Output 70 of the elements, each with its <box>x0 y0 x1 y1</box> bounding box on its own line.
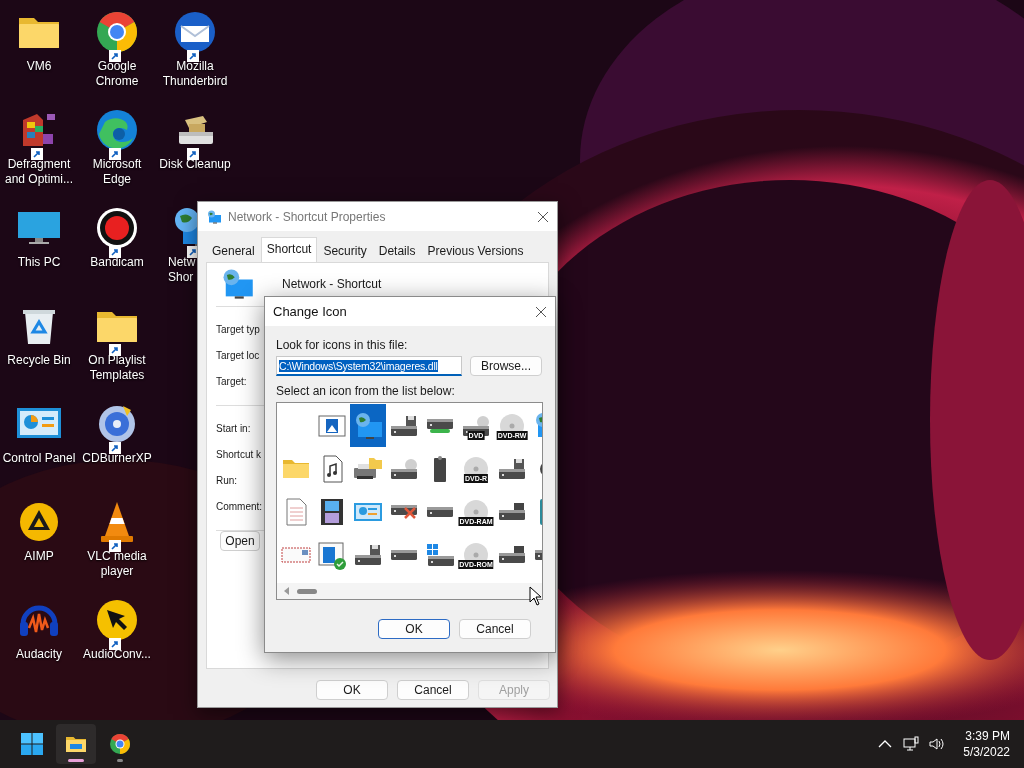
icon-label: Netw Shor <box>168 255 196 285</box>
icon-label: This PC <box>17 255 61 270</box>
clock-time[interactable]: 3:39 PM <box>965 728 1010 744</box>
close-icon[interactable] <box>537 210 549 223</box>
list-label: Select an icon from the list below: <box>276 384 456 398</box>
drive-windows-icon <box>425 542 455 567</box>
folder-icon <box>282 458 310 479</box>
network-icon[interactable] <box>903 736 920 752</box>
drive-floppy-icon <box>498 457 526 480</box>
globe-monitor-icon <box>206 208 222 225</box>
icon-label: VLC media player <box>87 549 147 579</box>
dialog-button[interactable]: OK <box>378 619 450 639</box>
field-label: Run: <box>216 474 238 488</box>
field-label: Target loc <box>216 349 260 363</box>
start-icon[interactable] <box>20 732 44 756</box>
volume-icon[interactable] <box>929 736 946 752</box>
icon-label: Google Chrome <box>95 59 139 89</box>
tab[interactable]: Shortcut <box>260 237 318 262</box>
close-icon[interactable] <box>535 305 547 318</box>
film-icon <box>320 497 344 526</box>
icon-label: Mozilla Thunderbird <box>162 59 228 89</box>
file-path-field[interactable]: C:\Windows\System32\imageres.dll <box>276 356 462 376</box>
file-label: Look for icons in this file: <box>276 338 409 352</box>
drive-card-icon <box>498 545 526 564</box>
scroll-bar[interactable] <box>277 583 542 599</box>
printer-icon <box>353 457 383 480</box>
drive-disc-icon <box>390 457 418 480</box>
field-label: Target: <box>216 375 247 389</box>
field-label: Shortcut k <box>216 448 262 462</box>
drive-x-icon <box>390 503 418 520</box>
icon-label: Bandicam <box>90 255 144 270</box>
field-label: Target typ <box>216 323 260 337</box>
tab[interactable]: General <box>206 240 261 262</box>
drive-dock-icon <box>426 417 454 434</box>
icon-label: VM6 <box>26 59 52 74</box>
icon-label: Microsoft Edge <box>92 157 142 187</box>
icon-label: Control Panel <box>2 451 76 466</box>
dialog-button[interactable]: Cancel <box>459 619 531 639</box>
drive-floppy-icon <box>354 543 382 566</box>
dialog-button[interactable]: Cancel <box>397 680 469 700</box>
icon-label: Recycle Bin <box>7 353 71 368</box>
envelope-icon <box>281 546 311 563</box>
icon-label: AIMP <box>24 549 54 564</box>
scroll-left-icon[interactable] <box>283 587 291 595</box>
scroll-thumb[interactable] <box>297 588 317 594</box>
drive-floppy-icon <box>390 414 418 437</box>
drive-icon <box>426 505 454 518</box>
dialog-button[interactable]: OK <box>316 680 388 700</box>
browser-icon[interactable] <box>108 732 132 756</box>
image-icon <box>318 414 346 437</box>
drive-card-icon <box>498 502 526 521</box>
field-label: Comment: <box>216 500 263 514</box>
field-label: Start in: <box>216 422 251 436</box>
clock-date[interactable]: 5/3/2022 <box>963 744 1010 760</box>
chip-icon <box>433 454 447 483</box>
icon-label: Defragment and Optimi... <box>5 157 73 187</box>
shortcut-name: Network - Shortcut <box>282 277 382 291</box>
drive-icon <box>390 548 418 561</box>
tab[interactable]: Security <box>317 240 373 262</box>
browse-button[interactable]: Browse... <box>470 356 542 376</box>
tab[interactable]: Previous Versions <box>421 240 530 262</box>
tab[interactable]: Details <box>372 240 422 262</box>
window-title: Network - Shortcut Properties <box>228 209 387 224</box>
open-button[interactable]: Open <box>220 531 260 551</box>
icon-label: CDBurnerXP <box>82 451 152 466</box>
icon-label: AudioConv... <box>83 647 151 662</box>
control-panel-icon <box>353 501 383 522</box>
dialog-title: Change Icon <box>273 304 348 319</box>
icon-label: Disk Cleanup <box>159 157 231 172</box>
icon-label: Audacity <box>16 647 62 662</box>
